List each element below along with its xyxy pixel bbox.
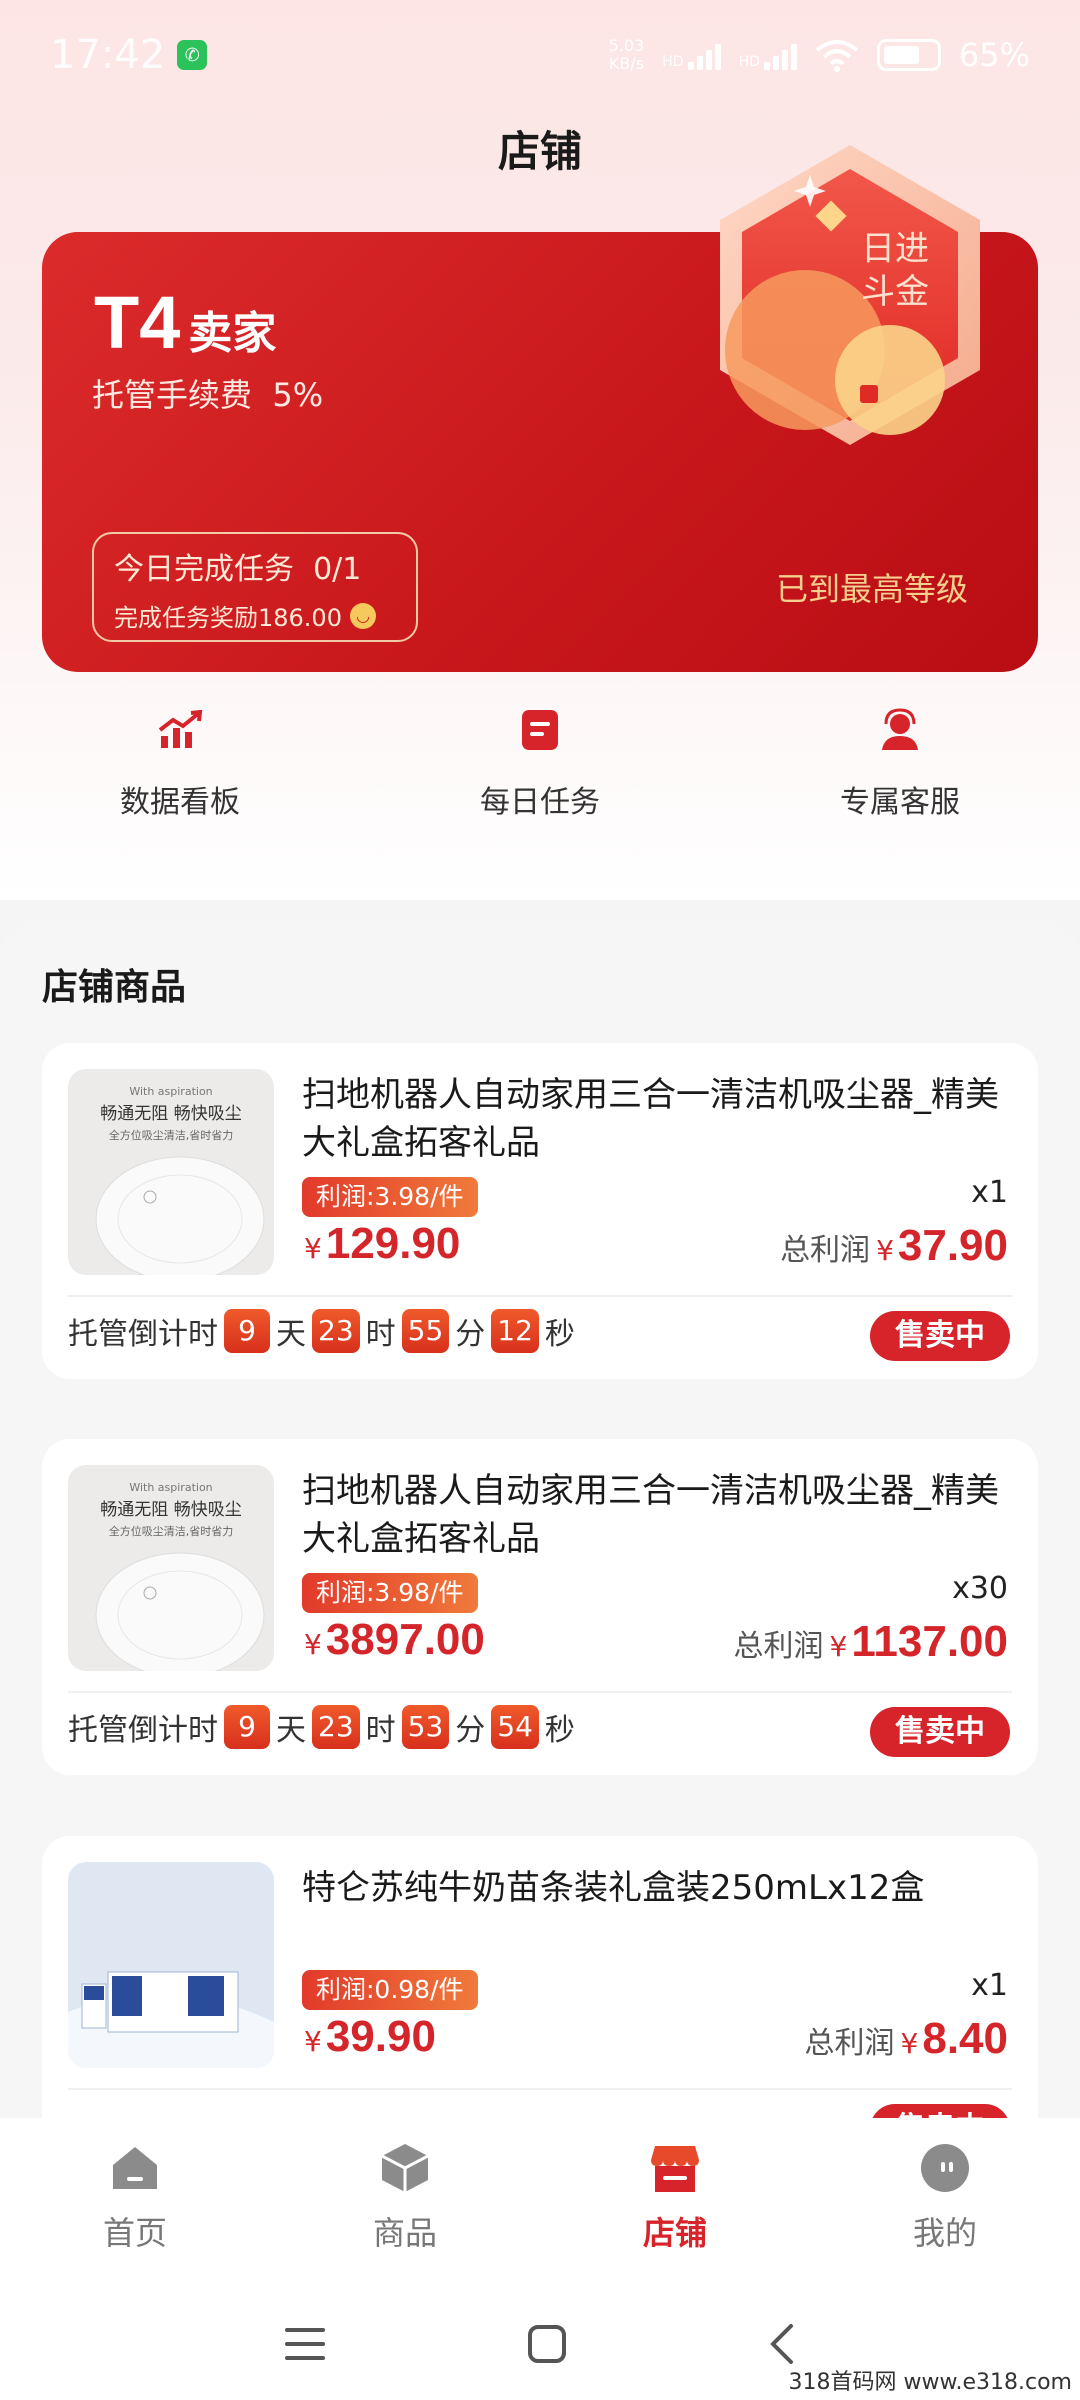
total-profit: 总利润 ¥8.40 [804,2014,1008,2063]
product-image: With aspiration 畅通无阻 畅快吸尘 全方位吸尘清洁,省时省力 [68,1465,274,1671]
service-icon [875,705,925,755]
profit-tag: 利润:3.98/件 [302,1573,478,1613]
divider [68,1295,1012,1297]
quantity: x1 [971,1175,1008,1210]
hosting-countdown: 托管倒计时 9天 23 时 53 分 54 秒 [68,1705,575,1749]
net-speed: 5.03 KB/s [608,36,645,73]
status-button[interactable]: 售卖中 [870,1311,1010,1361]
product-name: 特仑苏纯牛奶苗条装礼盒装250mLx12盒 [302,1868,925,1908]
product-image [68,1862,274,2068]
quantity: x30 [952,1571,1008,1606]
svg-text:全方位吸尘清洁,省时省力: 全方位吸尘清洁,省时省力 [109,1128,234,1142]
max-level-text: 已到最高等级 [775,570,968,608]
divider [68,2088,1012,2090]
profit-tag: 利润:3.98/件 [302,1177,478,1217]
daily-task-box[interactable]: 今日完成任务 0/1 完成任务奖励186.00 ◡ [92,532,418,642]
product-card[interactable]: With aspiration 畅通无阻 畅快吸尘 全方位吸尘清洁,省时省力 扫… [42,1439,1038,1775]
profit-tag: 利润:0.98/件 [302,1970,478,2010]
nav-customer-service[interactable]: 专属客服 [720,705,1080,821]
product-name: 扫地机器人自动家用三合一清洁机吸尘器_精美大礼盒拓客礼品 [302,1471,999,1559]
shop-icon [647,2140,703,2196]
coin-icon: ◡ [349,602,376,629]
status-button[interactable]: 售卖中 [870,1707,1010,1757]
level-badge-icon: 日进 斗金 [720,145,980,445]
task-icon [515,705,565,755]
svg-text:With aspiration: With aspiration [129,1481,212,1494]
bottom-tab-bar: 首页 商品 店铺 我的 [0,2118,1080,2288]
svg-text:畅通无阻 畅快吸尘: 畅通无阻 畅快吸尘 [100,1500,241,1520]
tab-profile[interactable]: 我的 [810,2118,1080,2288]
svg-text:斗金: 斗金 [861,272,929,312]
fee-line: 托管手续费 5% [92,376,324,414]
call-icon: ✆ [177,40,208,70]
box-icon [377,2140,433,2196]
signal-1-icon: HD [662,40,721,70]
back-icon[interactable] [767,2322,797,2366]
home-icon [107,2140,163,2196]
product-card[interactable]: With aspiration 畅通无阻 畅快吸尘 全方位吸尘清洁,省时省力 扫… [42,1043,1038,1379]
battery-icon [876,39,941,71]
signal-2-icon: HD [739,40,797,70]
svg-text:日进: 日进 [861,229,929,269]
tab-shop[interactable]: 店铺 [540,2118,810,2288]
section-title: 店铺商品 [42,967,187,1008]
quick-nav: 数据看板 每日任务 专属客服 [0,705,1080,821]
seller-level: T4 卖家 [94,281,277,364]
divider [68,1691,1012,1693]
clock: 17:42 [50,32,166,78]
product-price: ¥3897.00 [304,1615,485,1664]
menu-icon[interactable] [283,2326,327,2362]
hosting-countdown: 托管倒计时 9天 23 时 55 分 12 秒 [68,1309,575,1353]
quantity: x1 [971,1968,1008,2003]
total-profit: 总利润 ¥37.90 [780,1221,1008,1270]
product-name: 扫地机器人自动家用三合一清洁机吸尘器_精美大礼盒拓客礼品 [302,1075,999,1163]
nav-data-dashboard[interactable]: 数据看板 [0,705,360,821]
product-image: With aspiration 畅通无阻 畅快吸尘 全方位吸尘清洁,省时省力 [68,1069,274,1275]
tab-products[interactable]: 商品 [270,2118,540,2288]
svg-text:全方位吸尘清洁,省时省力: 全方位吸尘清洁,省时省力 [109,1524,234,1538]
svg-text:畅通无阻 畅快吸尘: 畅通无阻 畅快吸尘 [100,1104,241,1124]
nav-daily-task[interactable]: 每日任务 [360,705,720,821]
product-price: ¥129.90 [304,1219,461,1268]
status-bar: 17:42 ✆ 5.03 KB/s HD HD 65% [0,0,1080,110]
battery-percent: 65% [958,36,1030,74]
product-price: ¥39.90 [304,2012,436,2061]
tab-home[interactable]: 首页 [0,2118,270,2288]
watermark: 318首码网 www.e318.com [788,2370,1072,2395]
profile-icon [917,2140,973,2196]
home-button-icon[interactable] [527,2324,567,2364]
chart-icon [155,705,205,755]
wifi-icon [815,40,859,72]
total-profit: 总利润 ¥1137.00 [733,1617,1008,1666]
svg-text:With aspiration: With aspiration [129,1085,212,1098]
